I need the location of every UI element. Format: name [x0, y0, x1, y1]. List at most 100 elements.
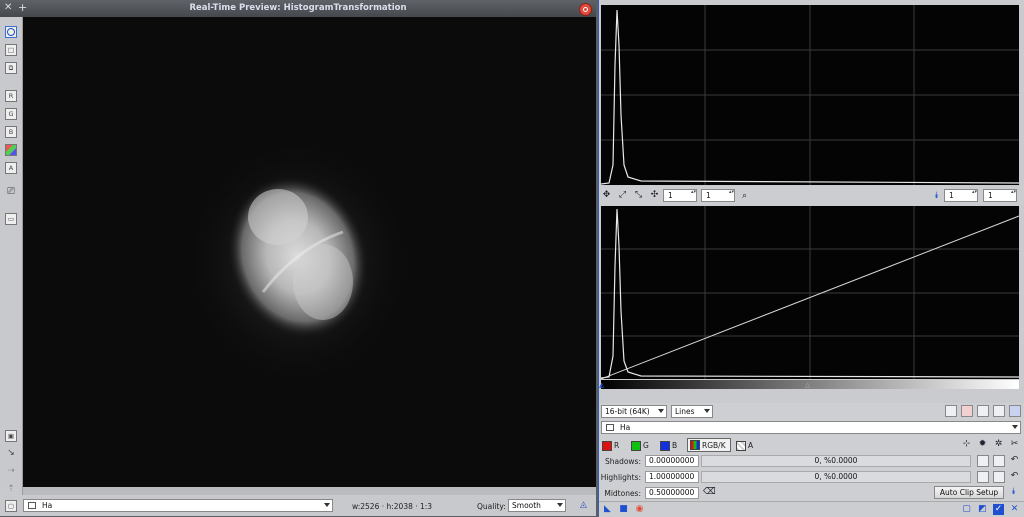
- midtones-handle-icon[interactable]: △: [805, 381, 810, 389]
- channel-blue-label: B: [672, 441, 678, 450]
- apply-global-square-icon[interactable]: ■: [618, 504, 629, 515]
- arrow-down-right-icon[interactable]: ↘: [5, 448, 17, 460]
- chevron-double-down-icon[interactable]: ⯯: [931, 191, 942, 202]
- upper-zoom-v-spin[interactable]: 1: [701, 189, 735, 202]
- midtones-label: Midtones:: [604, 489, 641, 498]
- expand-icon[interactable]: ⤢: [617, 190, 628, 201]
- scissors-icon[interactable]: ✂: [1009, 439, 1020, 450]
- midtones-reset-icon[interactable]: ⌫: [703, 487, 716, 498]
- window-close-button[interactable]: [579, 3, 592, 16]
- channel-r-button[interactable]: R: [5, 90, 17, 102]
- browse-docs-icon[interactable]: ▢: [961, 504, 972, 515]
- chevron-down-icon: [658, 409, 664, 413]
- shadows-handle-icon[interactable]: ◭: [599, 381, 604, 389]
- channel-green-label: G: [643, 441, 649, 450]
- highlights-handle-icon[interactable]: ◮: [1012, 381, 1017, 389]
- show-grid-curve-icon[interactable]: [993, 405, 1005, 417]
- channel-rgb-icon[interactable]: [5, 144, 17, 156]
- gear-reset-icon[interactable]: ✹: [977, 439, 988, 450]
- quality-dropdown-value: Smooth: [512, 501, 541, 510]
- readout-mode-icon[interactable]: [5, 26, 17, 38]
- compress-icon[interactable]: ⤡: [633, 190, 644, 201]
- realtime-preview-icon[interactable]: ◉: [634, 504, 645, 515]
- lower-zoom-h-spin[interactable]: 1: [944, 189, 978, 202]
- chevron-down-icon: [704, 409, 710, 413]
- camera-icon[interactable]: ⎚: [5, 187, 17, 199]
- output-histogram-plot[interactable]: [600, 206, 1020, 380]
- view-selector[interactable]: Ha: [23, 499, 333, 512]
- nebula-image: [188, 142, 408, 382]
- auto-clip-setup-button[interactable]: Auto Clip Setup: [934, 486, 1004, 499]
- channel-g-button[interactable]: G: [5, 108, 17, 120]
- zoom-out-icon[interactable]: ⧉: [5, 62, 17, 74]
- chevron-down-icon: [557, 503, 563, 507]
- shadows-auto-button[interactable]: [993, 455, 1005, 467]
- shadows-input[interactable]: 0.00000000: [645, 455, 699, 467]
- histogram-icon[interactable]: ◬: [578, 500, 589, 511]
- chevron-double-down-icon[interactable]: ⯯: [1008, 487, 1019, 498]
- arrow-right-icon[interactable]: ⇢: [5, 466, 17, 478]
- window-icon[interactable]: ▭: [5, 213, 17, 225]
- chevron-down-icon: [1012, 425, 1018, 429]
- fit-window-icon[interactable]: ▢: [5, 500, 17, 512]
- shadows-reset-icon[interactable]: ↶: [1009, 455, 1020, 466]
- input-histogram-graph: [600, 5, 1020, 185]
- shadows-clip-button[interactable]: [977, 455, 989, 467]
- realtime-preview-window: ✕ + Real-Time Preview: HistogramTransfor…: [0, 0, 596, 516]
- highlights-reset-icon[interactable]: ↶: [1009, 471, 1020, 482]
- quality-label: Quality:: [477, 502, 506, 511]
- process-bottom-bar: ◣ ■ ◉ ▢ ◩ ✓ ✕: [599, 501, 1024, 517]
- channel-alpha-label: A: [748, 441, 754, 450]
- show-output-histogram-icon[interactable]: [961, 405, 973, 417]
- arrow-up-icon[interactable]: ⇡: [5, 484, 17, 496]
- midtones-input[interactable]: 0.50000000: [645, 487, 699, 499]
- highlights-auto-button[interactable]: [993, 471, 1005, 483]
- horizontal-scrollbar[interactable]: [23, 487, 596, 495]
- show-grid-icon[interactable]: [1009, 405, 1021, 417]
- crosshair-icon[interactable]: ⊹: [961, 439, 972, 450]
- preview-title-bar[interactable]: ✕ + Real-Time Preview: HistogramTransfor…: [0, 0, 596, 17]
- edit-instance-icon[interactable]: ◩: [977, 504, 988, 515]
- zoom-magnifier-icon[interactable]: ⌕: [739, 191, 750, 202]
- preview-image-canvas[interactable]: [23, 17, 596, 495]
- channel-b-button[interactable]: B: [5, 126, 17, 138]
- target-icon[interactable]: ✲: [993, 439, 1004, 450]
- move-crosshair-icon[interactable]: ✥: [601, 190, 612, 201]
- pan-icon[interactable]: ✣: [649, 190, 660, 201]
- resolution-dropdown[interactable]: 16-bit (64K): [601, 405, 667, 418]
- reset-x-icon[interactable]: ✕: [1009, 504, 1020, 515]
- highlights-clip-readout: 0, %0.0000: [701, 471, 971, 483]
- highlights-input[interactable]: 1.00000000: [645, 471, 699, 483]
- channel-red-swatch[interactable]: [602, 441, 612, 451]
- chevron-down-icon: [324, 503, 330, 507]
- quality-dropdown[interactable]: Smooth: [508, 499, 566, 512]
- channel-red-label: R: [614, 441, 620, 450]
- show-curve-icon[interactable]: [977, 405, 989, 417]
- channel-rgbk-selected[interactable]: RGB/K: [687, 438, 731, 452]
- highlights-clip-button[interactable]: [977, 471, 989, 483]
- new-instance-triangle-icon[interactable]: ◣: [602, 504, 613, 515]
- preview-status-bar: ▢ Ha w:2526 · h:2038 · 1:3 Quality: Smoo…: [0, 496, 596, 516]
- upper-zoom-h-spin[interactable]: 1: [663, 189, 697, 202]
- target-view-value: Ha: [620, 423, 631, 432]
- shadows-label: Shadows:: [604, 457, 641, 466]
- image-dimensions: w:2526 · h:2038 · 1:3: [352, 502, 433, 511]
- ok-check-icon[interactable]: ✓: [993, 504, 1004, 515]
- midtones-gradient-slider[interactable]: ◭ △ ◮: [599, 380, 1019, 389]
- target-view-selector[interactable]: Ha: [601, 421, 1021, 434]
- lower-zoom-v-spin[interactable]: 1: [983, 189, 1017, 202]
- graph-style-dropdown[interactable]: Lines: [671, 405, 713, 418]
- fit-view-icon[interactable]: ▣: [5, 430, 17, 442]
- resolution-value: 16-bit (64K): [605, 407, 650, 416]
- show-input-histogram-icon[interactable]: [945, 405, 957, 417]
- channel-green-swatch[interactable]: [631, 441, 641, 451]
- zoom-in-icon[interactable]: □: [5, 44, 17, 56]
- histogram-transformation-window: ✥ ⤢ ⤡ ✣ 1 1 ⌕ ⯯ 1 1 ◭ △ ◮ 16-bit (64K) L…: [598, 0, 1024, 517]
- image-view-icon: [606, 424, 614, 431]
- image-view-icon: [28, 502, 36, 509]
- channel-a-button[interactable]: A: [5, 162, 17, 174]
- input-histogram-plot[interactable]: [600, 5, 1020, 185]
- shadows-clip-readout: 0, %0.0000: [701, 455, 971, 467]
- channel-blue-swatch[interactable]: [660, 441, 670, 451]
- channel-alpha-swatch[interactable]: [736, 441, 746, 451]
